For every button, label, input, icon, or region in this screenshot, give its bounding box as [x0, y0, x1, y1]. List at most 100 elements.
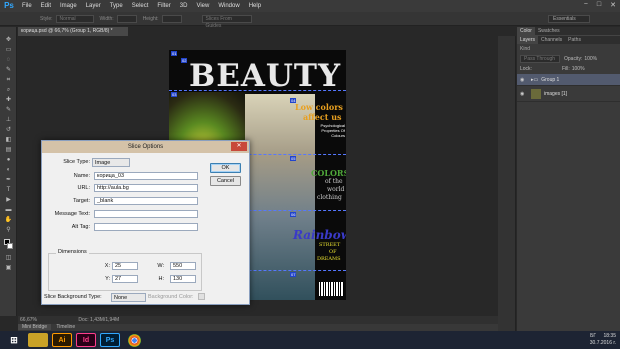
- fill-value[interactable]: 100%: [572, 66, 585, 72]
- tab-layers[interactable]: Layers: [517, 36, 539, 44]
- x-field[interactable]: 25: [112, 262, 138, 270]
- target-field[interactable]: _blank: [94, 197, 198, 205]
- screen-mode-icon[interactable]: ▣: [4, 265, 13, 272]
- colors-heading: COLORS: [311, 168, 346, 178]
- h-field[interactable]: 130: [170, 275, 196, 283]
- language-indicator[interactable]: БГ: [590, 333, 596, 339]
- y-field[interactable]: 27: [112, 275, 138, 283]
- close-window-button[interactable]: ✕: [610, 1, 616, 9]
- layer-row-group-1[interactable]: ◉ ▸▭ Group 1: [517, 74, 620, 86]
- slice-badge[interactable]: 04: [290, 98, 297, 103]
- chrome-icon[interactable]: [128, 333, 141, 347]
- path-select-tool-icon[interactable]: ▶: [4, 197, 13, 204]
- eye-icon[interactable]: ◉: [520, 77, 528, 83]
- w-field[interactable]: 550: [170, 262, 196, 270]
- bg-color-swatch[interactable]: [198, 293, 205, 300]
- clock-time[interactable]: 18:35: [603, 333, 616, 339]
- quick-select-tool-icon[interactable]: ✎: [4, 67, 13, 74]
- height-input[interactable]: [161, 14, 182, 23]
- pen-tool-icon[interactable]: ✒: [4, 177, 13, 184]
- maximize-button[interactable]: □: [597, 1, 601, 9]
- slice-badge[interactable]: 01: [171, 51, 178, 56]
- zoom-level[interactable]: 66,67%: [20, 317, 37, 323]
- bg-type-select[interactable]: None: [111, 293, 146, 302]
- menu-image[interactable]: Image: [60, 3, 77, 9]
- rainbow-heading: Rainbow: [293, 228, 346, 242]
- opacity-value[interactable]: 100%: [584, 56, 597, 62]
- crop-tool-icon[interactable]: ⌗: [4, 77, 13, 84]
- layer-thumbnail: [531, 88, 541, 99]
- windows-start-icon[interactable]: ⊞: [4, 333, 24, 347]
- brush-tool-icon[interactable]: ✎: [4, 107, 13, 114]
- clock-date[interactable]: 30.7.2016 г.: [590, 340, 616, 346]
- workspace-select[interactable]: Essentials: [548, 15, 590, 23]
- cancel-button[interactable]: Cancel: [210, 176, 241, 186]
- slices-from-guides-button[interactable]: Slices From Guides: [201, 14, 252, 29]
- indesign-icon[interactable]: Id: [76, 333, 96, 347]
- tab-paths[interactable]: Paths: [565, 36, 584, 44]
- slice-badge[interactable]: 03: [171, 92, 178, 97]
- style-select[interactable]: Normal: [55, 14, 94, 23]
- tab-color[interactable]: Color: [517, 27, 535, 35]
- healing-tool-icon[interactable]: ✚: [4, 97, 13, 104]
- menu-file[interactable]: File: [22, 3, 32, 9]
- dimensions-group: [48, 253, 202, 291]
- photoshop-taskbar-icon[interactable]: Ps: [100, 333, 120, 347]
- name-field[interactable]: корица_03: [94, 172, 198, 180]
- illustrator-icon[interactable]: Ai: [52, 333, 72, 347]
- minimize-button[interactable]: −: [584, 1, 588, 9]
- move-tool-icon[interactable]: ✥: [4, 37, 13, 44]
- eye-icon[interactable]: ◉: [520, 91, 528, 97]
- marquee-tool-icon[interactable]: ▭: [4, 47, 13, 54]
- folder-icon: ▸▭: [531, 76, 539, 83]
- menu-filter[interactable]: Filter: [157, 3, 170, 9]
- type-tool-icon[interactable]: T: [4, 187, 13, 194]
- url-field[interactable]: http://aula.bg: [94, 184, 198, 192]
- dodge-tool-icon[interactable]: ◐: [4, 167, 13, 174]
- menu-window[interactable]: Window: [218, 3, 239, 9]
- gradient-tool-icon[interactable]: ▤: [4, 147, 13, 154]
- street-text: STREET: [319, 242, 341, 248]
- color-swatches-icon[interactable]: [4, 239, 13, 251]
- zoom-tool-icon[interactable]: ⚲: [4, 227, 13, 234]
- shape-tool-icon[interactable]: ▬: [4, 207, 13, 214]
- blend-mode-select[interactable]: Pass Through: [520, 55, 560, 63]
- slice-badge[interactable]: 02: [181, 58, 188, 63]
- slice-badge[interactable]: 07: [290, 272, 297, 277]
- quick-mask-icon[interactable]: ◫: [4, 255, 13, 262]
- menu-layer[interactable]: Layer: [86, 3, 101, 9]
- eyedropper-tool-icon[interactable]: ⌕: [4, 87, 13, 94]
- options-bar: Style: Normal Width: Height: Slices From…: [0, 12, 620, 29]
- hand-tool-icon[interactable]: ✋: [4, 217, 13, 224]
- dialog-close-button[interactable]: ✕: [231, 142, 247, 151]
- tab-swatches[interactable]: Swatches: [535, 27, 563, 35]
- stamp-tool-icon[interactable]: ⊥: [4, 117, 13, 124]
- alt-tag-field[interactable]: [94, 223, 198, 231]
- width-label: Width:: [99, 15, 114, 22]
- document-tab[interactable]: корица.psd @ 66,7% (Group 1, RGB/8) *: [18, 27, 128, 36]
- width-input[interactable]: [116, 14, 137, 23]
- tab-timeline[interactable]: Timeline: [52, 324, 79, 330]
- lasso-tool-icon[interactable]: ◌: [4, 57, 13, 64]
- slice-badge[interactable]: 06: [290, 212, 297, 217]
- tab-mini-bridge[interactable]: Mini Bridge: [18, 324, 52, 330]
- eraser-tool-icon[interactable]: ◧: [4, 137, 13, 144]
- menu-type[interactable]: Type: [110, 3, 123, 9]
- menu-help[interactable]: Help: [249, 3, 261, 9]
- layer-row-images[interactable]: ◉ images [1]: [517, 86, 620, 102]
- history-brush-tool-icon[interactable]: ↺: [4, 127, 13, 134]
- menu-view[interactable]: View: [196, 3, 209, 9]
- blur-tool-icon[interactable]: ●: [4, 157, 13, 164]
- slice-type-select[interactable]: Image: [92, 158, 130, 167]
- message-text-field[interactable]: [94, 210, 198, 218]
- status-bar: 66,67% Doc: 1,43M/1,94M: [18, 316, 498, 324]
- menu-3d[interactable]: 3D: [180, 3, 188, 9]
- filter-kind-select[interactable]: Kind: [520, 46, 530, 52]
- menu-edit[interactable]: Edit: [41, 3, 51, 9]
- dimensions-title: Dimensions: [56, 249, 89, 255]
- file-explorer-icon[interactable]: [28, 333, 48, 347]
- ok-button[interactable]: OK: [210, 163, 241, 173]
- slice-badge[interactable]: 05: [290, 156, 297, 161]
- menu-select[interactable]: Select: [132, 3, 149, 9]
- tab-channels[interactable]: Channels: [538, 36, 565, 44]
